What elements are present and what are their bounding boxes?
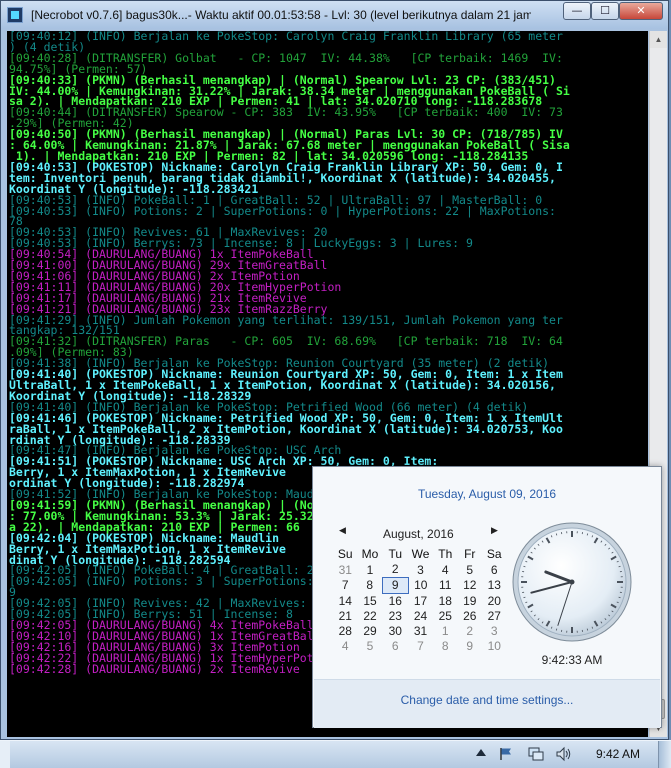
- console-line: [09:40:12] (INFO) Berjalan ke PokeStop: …: [7, 31, 648, 42]
- console-line: [09:40:53] (INFO) Potions: 2 | SuperPoti…: [7, 206, 648, 217]
- calendar-day[interactable]: 5: [458, 562, 483, 577]
- calendar-day[interactable]: 3: [408, 562, 433, 577]
- calendar-day[interactable]: 24: [408, 609, 433, 624]
- calendar-day[interactable]: 20: [482, 593, 507, 608]
- calendar-day[interactable]: 31: [333, 562, 358, 577]
- calendar-day[interactable]: 30: [383, 623, 409, 638]
- calendar-day-today[interactable]: 9: [383, 577, 409, 593]
- calendar-day[interactable]: 15: [358, 593, 383, 608]
- show-hidden-icons-icon[interactable]: [476, 749, 486, 756]
- calendar-day[interactable]: 26: [458, 609, 483, 624]
- analog-clock: [511, 521, 633, 643]
- close-button[interactable]: ✕: [619, 2, 663, 20]
- calendar-day[interactable]: 19: [458, 593, 483, 608]
- calendar-day[interactable]: 4: [433, 562, 458, 577]
- action-center-flag-icon[interactable]: [499, 747, 513, 761]
- calendar-day[interactable]: 22: [358, 609, 383, 624]
- calendar-day[interactable]: 2: [458, 623, 483, 638]
- calendar-month-label[interactable]: August, 2016: [383, 527, 454, 541]
- calendar-day[interactable]: 8: [433, 638, 458, 653]
- calendar-day[interactable]: 1: [358, 562, 383, 577]
- calendar-day[interactable]: 29: [358, 623, 383, 638]
- weekday-header: Fr: [458, 547, 483, 562]
- window-title-bar[interactable]: [Necrobot v0.7.6] bagus30k...- Waktu akt…: [1, 1, 668, 29]
- weekday-header: Su: [333, 547, 358, 562]
- calendar-day[interactable]: 27: [482, 609, 507, 624]
- calendar-day[interactable]: 7: [333, 577, 358, 593]
- taskbar-edge: [0, 741, 10, 768]
- weekday-header: We: [408, 547, 433, 562]
- calendar-day[interactable]: 1: [433, 623, 458, 638]
- weekday-header: Tu: [383, 547, 409, 562]
- next-month-icon[interactable]: ▶: [491, 525, 498, 536]
- weekday-header: Sa: [482, 547, 507, 562]
- calendar-day[interactable]: 14: [333, 593, 358, 608]
- date-time-flyout: Tuesday, August 09, 2016 ◀ August, 2016 …: [312, 466, 662, 728]
- long-date-link[interactable]: Tuesday, August 09, 2016: [313, 487, 661, 501]
- calendar-day[interactable]: 10: [482, 638, 507, 653]
- weekday-header: Th: [433, 547, 458, 562]
- clock-time-label: 9:42:33 AM: [511, 653, 633, 667]
- calendar-day[interactable]: 6: [383, 638, 409, 653]
- maximize-button[interactable]: ☐: [591, 2, 619, 20]
- volume-icon[interactable]: [556, 746, 572, 762]
- calendar-day[interactable]: 9: [458, 638, 483, 653]
- calendar-day[interactable]: 3: [482, 623, 507, 638]
- calendar-day[interactable]: 5: [358, 638, 383, 653]
- weekday-header: Mo: [358, 547, 383, 562]
- show-desktop-button[interactable]: [658, 741, 671, 768]
- taskbar: 9:42 AM: [0, 740, 671, 768]
- app-icon[interactable]: [7, 7, 23, 23]
- calendar-day[interactable]: 23: [383, 609, 409, 624]
- calendar-day[interactable]: 13: [482, 577, 507, 593]
- window-title: [Necrobot v0.7.6] bagus30k...- Waktu akt…: [31, 8, 531, 22]
- calendar-day[interactable]: 16: [383, 593, 409, 608]
- calendar-day[interactable]: 11: [433, 577, 458, 593]
- change-date-time-settings-link[interactable]: Change date and time settings...: [313, 693, 661, 707]
- calendar-day[interactable]: 21: [333, 609, 358, 624]
- calendar-day[interactable]: 25: [433, 609, 458, 624]
- calendar-day[interactable]: 10: [408, 577, 433, 593]
- calendar-day[interactable]: 18: [433, 593, 458, 608]
- calendar-day[interactable]: 8: [358, 577, 383, 593]
- calendar-day[interactable]: 28: [333, 623, 358, 638]
- calendar-day[interactable]: 31: [408, 623, 433, 638]
- calendar-day[interactable]: 4: [333, 638, 358, 653]
- calendar-day[interactable]: 17: [408, 593, 433, 608]
- calendar-day[interactable]: 6: [482, 562, 507, 577]
- taskbar-clock[interactable]: 9:42 AM: [596, 747, 640, 761]
- previous-month-icon[interactable]: ◀: [339, 525, 346, 536]
- calendar-day[interactable]: 7: [408, 638, 433, 653]
- minimize-button[interactable]: —: [563, 2, 591, 20]
- calendar-day[interactable]: 12: [458, 577, 483, 593]
- calendar-grid: SuMoTuWeThFrSa31123456789101112131415161…: [333, 547, 507, 653]
- calendar-day[interactable]: 2: [383, 562, 409, 577]
- network-icon[interactable]: [528, 746, 544, 762]
- scroll-up-arrow-icon[interactable]: ▲: [650, 31, 667, 48]
